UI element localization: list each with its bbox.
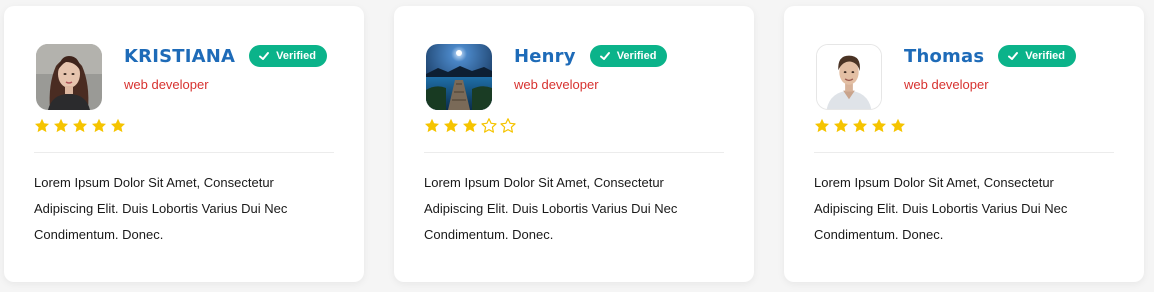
badge-label: Verified <box>1025 50 1066 62</box>
verified-badge: Verified <box>998 45 1077 67</box>
check-icon <box>258 50 270 62</box>
profile-name: KRISTIANA <box>124 45 236 67</box>
star-filled-icon <box>890 118 906 134</box>
badge-label: Verified <box>616 50 657 62</box>
star-filled-icon <box>72 118 88 134</box>
star-filled-icon <box>53 118 69 134</box>
star-rating <box>34 118 129 134</box>
avatar <box>426 44 492 110</box>
badge-label: Verified <box>276 50 316 62</box>
profile-name: Henry <box>514 45 576 67</box>
profile-name: Thomas <box>904 45 985 67</box>
star-filled-icon <box>462 118 478 134</box>
star-rating <box>814 118 909 134</box>
verified-badge: Verified <box>589 45 668 67</box>
profile-role: web developer <box>124 77 209 92</box>
verified-badge: Verified <box>249 45 327 67</box>
name-row: KRISTIANA Verified <box>124 44 327 68</box>
divider <box>424 152 724 153</box>
profile-card: Thomas Verified web developer Lorem Ipsu… <box>784 6 1144 282</box>
star-filled-icon <box>814 118 830 134</box>
profile-role: web developer <box>514 77 599 92</box>
check-icon <box>1007 50 1019 62</box>
profile-role: web developer <box>904 77 989 92</box>
avatar <box>816 44 882 110</box>
star-filled-icon <box>871 118 887 134</box>
star-filled-icon <box>443 118 459 134</box>
profile-card: Henry Verified web developer Lorem Ipsum… <box>394 6 754 282</box>
man-portrait-icon <box>817 45 881 109</box>
name-row: Henry Verified <box>514 44 668 68</box>
star-filled-icon <box>34 118 50 134</box>
divider <box>814 152 1114 153</box>
check-icon <box>599 50 611 62</box>
star-filled-icon <box>852 118 868 134</box>
star-filled-icon <box>424 118 440 134</box>
night-lake-pier-icon <box>426 44 492 110</box>
profile-card: KRISTIANA Verified web developer Lorem I… <box>4 6 364 282</box>
avatar <box>36 44 102 110</box>
star-filled-icon <box>833 118 849 134</box>
divider <box>34 152 334 153</box>
profile-description: Lorem Ipsum Dolor Sit Amet, Consectetur … <box>34 175 288 242</box>
star-empty-icon <box>500 118 516 134</box>
profile-description: Lorem Ipsum Dolor Sit Amet, Consectetur … <box>424 175 678 242</box>
star-filled-icon <box>110 118 126 134</box>
woman-portrait-icon <box>36 44 102 110</box>
star-empty-icon <box>481 118 497 134</box>
profile-description: Lorem Ipsum Dolor Sit Amet, Consectetur … <box>814 175 1068 242</box>
star-filled-icon <box>91 118 107 134</box>
star-rating <box>424 118 519 134</box>
name-row: Thomas Verified <box>904 44 1077 68</box>
